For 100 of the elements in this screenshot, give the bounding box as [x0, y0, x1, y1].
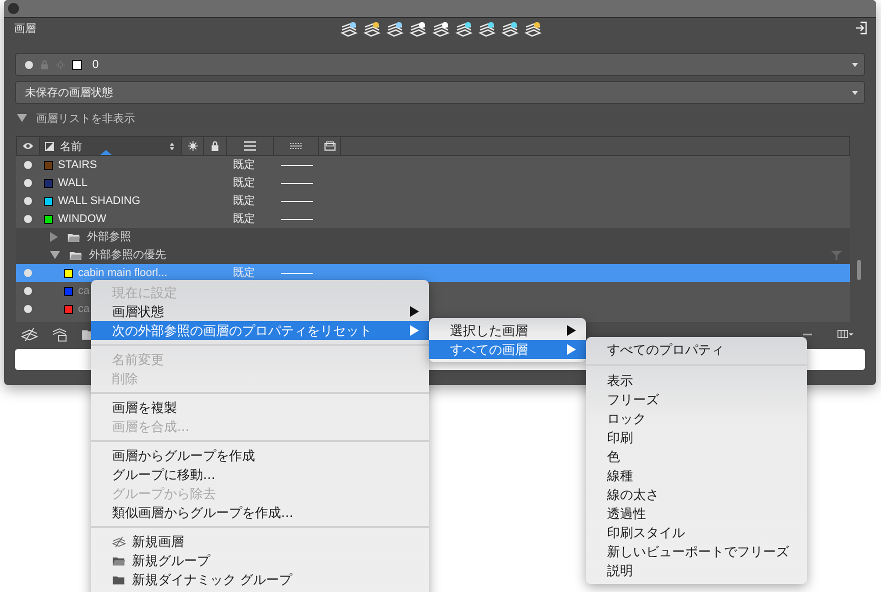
color-swatch[interactable] — [44, 178, 53, 188]
layer-name: ca — [78, 302, 90, 316]
submenu-arrow-icon — [567, 325, 576, 336]
scrollbar-thumb[interactable] — [857, 260, 861, 280]
lineweight-line — [281, 164, 313, 166]
folder-icon — [112, 574, 126, 586]
folder-icon — [69, 250, 83, 260]
layer-name: STAIRS — [58, 158, 97, 172]
layers-icon[interactable] — [454, 21, 472, 37]
menu-item[interactable]: 印刷 — [586, 428, 807, 447]
layers-icon — [112, 536, 126, 548]
visibility-dot[interactable] — [24, 197, 32, 205]
folder-icon — [112, 554, 126, 566]
menu-item[interactable]: 画層を複製 — [91, 398, 429, 417]
color-swatch[interactable] — [64, 304, 73, 314]
menu-item[interactable]: 表示 — [586, 371, 807, 390]
exit-icon[interactable] — [855, 21, 868, 35]
color-swatch[interactable] — [44, 160, 53, 170]
visibility-dot[interactable] — [24, 215, 32, 223]
menu-item[interactable]: 印刷スタイル — [586, 523, 807, 542]
menu-item[interactable]: 線種 — [586, 466, 807, 485]
visibility-dot[interactable] — [24, 287, 32, 295]
visibility-dot[interactable] — [24, 161, 32, 169]
layers-icon[interactable] — [524, 21, 542, 37]
layer-state-dropdown[interactable]: 未保存の画層状態 — [15, 81, 865, 104]
lineweight-line — [281, 272, 313, 274]
layer-name: WALL SHADING — [58, 194, 140, 208]
viewport-icon — [324, 141, 336, 151]
caret-icon — [852, 90, 858, 94]
layers-icon[interactable] — [432, 21, 450, 37]
lineweight-line — [281, 218, 313, 220]
close-button[interactable] — [8, 3, 19, 14]
group-row[interactable]: 外部参照 — [16, 228, 850, 246]
visibility-dot[interactable] — [24, 179, 32, 187]
submenu-arrow-icon — [410, 325, 419, 336]
color-swatch[interactable] — [44, 214, 53, 224]
layers-icon[interactable] — [500, 21, 518, 37]
menu-item[interactable]: すべての画層 — [429, 340, 586, 359]
linetype-cell: 既定 — [233, 176, 255, 190]
minus-icon[interactable] — [803, 332, 812, 336]
menu-item[interactable]: 線の太さ — [586, 485, 807, 504]
group-name: 外部参照の優先 — [89, 248, 167, 262]
group-name: 外部参照 — [87, 230, 132, 244]
group-row[interactable]: 外部参照の優先 — [16, 246, 850, 264]
current-layer-dropdown[interactable]: 0 — [15, 53, 865, 76]
menu-item[interactable]: 新規グループ — [91, 551, 429, 570]
caret-icon — [852, 62, 858, 66]
dotted-lines-icon — [290, 141, 302, 151]
menu-item[interactable]: グループに移動... — [91, 465, 429, 484]
sort-icon — [169, 142, 175, 150]
layers-icon[interactable] — [478, 21, 496, 37]
lines-icon — [244, 141, 256, 151]
menu-item[interactable]: 画層状態 — [91, 302, 429, 321]
color-swatch[interactable] — [64, 268, 73, 278]
lineweight-line — [281, 182, 313, 184]
sort-indicator-icon — [100, 150, 112, 155]
linetype-cell: 既定 — [233, 158, 255, 172]
layers-icon[interactable] — [340, 21, 358, 37]
visibility-dot[interactable] — [24, 269, 32, 277]
lock-icon — [209, 141, 221, 151]
layer-name: WINDOW — [58, 212, 106, 226]
menu-item[interactable]: 色 — [586, 447, 807, 466]
columns-icon[interactable] — [837, 330, 854, 338]
layer-name: cabin main floorl... — [78, 266, 168, 280]
folder-icon — [67, 232, 81, 242]
eye-icon — [22, 141, 34, 151]
visibility-dot — [25, 60, 33, 68]
menu-item[interactable]: 選択した画層 — [429, 321, 586, 340]
menu-item[interactable]: 画層からグループを作成 — [91, 446, 429, 465]
menu-item[interactable]: 説明 — [586, 561, 807, 580]
visibility-dot[interactable] — [24, 305, 32, 313]
layer-name: ca — [78, 284, 90, 298]
linetype-cell: 既定 — [233, 266, 255, 280]
color-icon — [45, 142, 54, 150]
filter-icon — [831, 250, 842, 260]
submenu-arrow-icon — [567, 344, 576, 355]
menu-item[interactable]: フリーズ — [586, 390, 807, 409]
layers-icon[interactable] — [408, 21, 426, 37]
layers-icon[interactable] — [51, 326, 68, 342]
layers-icon[interactable] — [362, 21, 380, 37]
menu-item[interactable]: 新規画層 — [91, 532, 429, 551]
menu-item[interactable]: 透過性 — [586, 504, 807, 523]
name-column-header[interactable]: 名前 — [40, 137, 182, 155]
lineweight-line — [281, 200, 313, 202]
color-swatch[interactable] — [44, 196, 53, 206]
color-swatch[interactable] — [64, 286, 73, 296]
menu-item[interactable]: 新規ダイナミック グループ — [91, 570, 429, 589]
menu-item[interactable]: ロック — [586, 409, 807, 428]
layers-icon[interactable] — [386, 21, 404, 37]
menu-item[interactable]: すべてのプロパティ — [586, 340, 807, 359]
sun-icon — [186, 141, 198, 151]
new-layer-icon[interactable] — [21, 326, 38, 342]
lock-icon — [40, 60, 49, 70]
sun-icon — [56, 60, 65, 70]
list-toggle[interactable]: 画層リストを非表示 — [17, 110, 135, 126]
menu-item[interactable]: 次の外部参照の画層のプロパティをリセット — [91, 321, 429, 340]
menu-item[interactable]: 類似画層からグループを作成... — [91, 503, 429, 522]
menu-item[interactable]: 新しいビューポートでフリーズ — [586, 542, 807, 561]
submenu-arrow-icon — [410, 306, 419, 317]
linetype-cell: 既定 — [233, 212, 255, 226]
